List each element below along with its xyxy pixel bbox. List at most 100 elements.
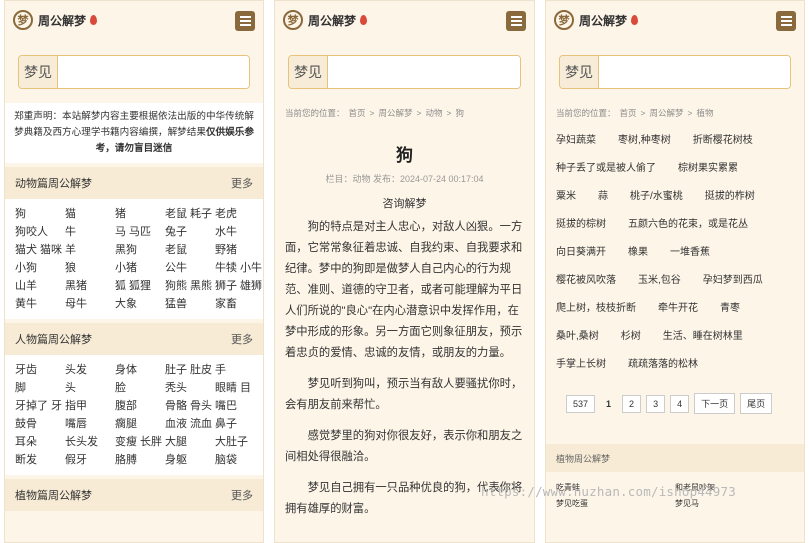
- dream-item-link[interactable]: 大象: [115, 295, 165, 313]
- dream-item-link[interactable]: 胳膊: [115, 451, 165, 469]
- plant-tag-link[interactable]: 孕妇梦到西瓜: [703, 267, 763, 295]
- logo-icon[interactable]: 梦: [283, 10, 303, 30]
- plant-tag-link[interactable]: 杉树: [621, 323, 641, 351]
- site-name[interactable]: 周公解梦: [308, 12, 356, 29]
- logo-icon[interactable]: 梦: [13, 10, 33, 30]
- more-link[interactable]: 更多: [231, 487, 253, 503]
- dream-item-link[interactable]: 嘴唇: [65, 415, 115, 433]
- menu-icon[interactable]: [776, 11, 796, 31]
- plant-tag-link[interactable]: 疏疏落落的松林: [628, 351, 698, 379]
- dream-item-link[interactable]: 马 马匹: [115, 223, 165, 241]
- page-link[interactable]: 尾页: [740, 393, 773, 414]
- plant-tag-link[interactable]: 孕妇蔬菜: [556, 127, 596, 155]
- dream-item-link[interactable]: 变瘦 长胖: [115, 433, 165, 451]
- dream-item-link[interactable]: 身体: [115, 361, 165, 379]
- dream-item-link[interactable]: 大肚子: [215, 433, 263, 451]
- dream-item-link[interactable]: 指甲: [65, 397, 115, 415]
- dream-item-link[interactable]: 手: [215, 361, 263, 379]
- dream-item-link[interactable]: 小猪: [115, 259, 165, 277]
- dream-item-link[interactable]: 水牛: [215, 223, 263, 241]
- page-link[interactable]: 1: [600, 396, 617, 412]
- plant-tag-link[interactable]: 折断樱花树枝: [693, 127, 753, 155]
- dream-item-link[interactable]: 猪: [115, 205, 165, 223]
- more-link[interactable]: 更多: [231, 175, 253, 191]
- dream-item-link[interactable]: 耳朵: [15, 433, 65, 451]
- menu-icon[interactable]: [235, 11, 255, 31]
- plant-tag-link[interactable]: 青枣: [720, 295, 740, 323]
- dream-item-link[interactable]: 公牛: [165, 259, 215, 277]
- breadcrumb-item[interactable]: 动物: [425, 108, 442, 118]
- search-input[interactable]: [58, 56, 249, 88]
- plant-tag-link[interactable]: 桑叶,桑树: [556, 323, 599, 351]
- dream-item-link[interactable]: 牛犊 小牛: [215, 259, 263, 277]
- dream-item-link[interactable]: 狮子 雄狮: [215, 277, 263, 295]
- site-name[interactable]: 周公解梦: [579, 12, 627, 29]
- plant-tag-link[interactable]: 挺拔的棕树: [556, 211, 606, 239]
- dream-item-link[interactable]: 野猪: [215, 241, 263, 259]
- search-input[interactable]: [328, 56, 520, 88]
- dream-item-link[interactable]: 山羊: [15, 277, 65, 295]
- dream-item-link[interactable]: 头: [65, 379, 115, 397]
- plant-tag-link[interactable]: 樱花被风吹落: [556, 267, 616, 295]
- breadcrumb-item[interactable]: 首页: [620, 108, 637, 118]
- logo-icon[interactable]: 梦: [554, 10, 574, 30]
- plant-tag-link[interactable]: 桃子/水蜜桃: [630, 183, 683, 211]
- page-link[interactable]: 3: [646, 394, 666, 413]
- article-category[interactable]: 咨询解梦: [275, 195, 534, 211]
- dream-item-link[interactable]: 身躯: [165, 451, 215, 469]
- dream-item-link[interactable]: 鼓骨: [15, 415, 65, 433]
- dream-item-link[interactable]: 家畜: [215, 295, 263, 313]
- dream-item-link[interactable]: 牙掉了 牙: [15, 397, 65, 415]
- plant-tag-link[interactable]: 一堆香蕉: [670, 239, 710, 267]
- plant-tag-link[interactable]: 枣树,种枣树: [618, 127, 671, 155]
- plant-tag-link[interactable]: 挺拔的柞树: [705, 183, 755, 211]
- dream-item-link[interactable]: 瘸腿: [115, 415, 165, 433]
- dream-item-link[interactable]: 嘴巴: [215, 397, 263, 415]
- dream-item-link[interactable]: 鼻子: [215, 415, 263, 433]
- page-link[interactable]: 下一页: [694, 393, 736, 414]
- dream-item-link[interactable]: 猫: [65, 205, 115, 223]
- search-input[interactable]: [599, 56, 790, 88]
- dream-item-link[interactable]: 骨骼 骨头: [165, 397, 215, 415]
- dream-item-link[interactable]: 狐 狐狸: [115, 277, 165, 295]
- plant-tag-link[interactable]: 爬上树，枝枝折断: [556, 295, 636, 323]
- plant-tag-link[interactable]: 蒜: [598, 183, 608, 211]
- dream-item-link[interactable]: 狼: [65, 259, 115, 277]
- dream-item-link[interactable]: 狗咬人: [15, 223, 65, 241]
- breadcrumb-item[interactable]: 周公解梦: [379, 108, 413, 118]
- dream-item-link[interactable]: 牛: [65, 223, 115, 241]
- dream-item-link[interactable]: 脑袋: [215, 451, 263, 469]
- dream-item-link[interactable]: 老鼠: [165, 241, 215, 259]
- dream-item-link[interactable]: 大腿: [165, 433, 215, 451]
- more-link[interactable]: 更多: [231, 331, 253, 347]
- dream-item-link[interactable]: 血液 流血: [165, 415, 215, 433]
- dream-item-link[interactable]: 狗: [15, 205, 65, 223]
- plant-tag-link[interactable]: 粟米: [556, 183, 576, 211]
- dream-item-link[interactable]: 黑狗: [115, 241, 165, 259]
- plant-tag-link[interactable]: 向日葵满开: [556, 239, 606, 267]
- dream-item-link[interactable]: 牙齿: [15, 361, 65, 379]
- menu-icon[interactable]: [506, 11, 526, 31]
- plant-tag-link[interactable]: 种子丢了或是被人偷了: [556, 155, 656, 183]
- dream-item-link[interactable]: 长头发: [65, 433, 115, 451]
- page-link[interactable]: 2: [622, 394, 642, 413]
- dream-item-link[interactable]: 羊: [65, 241, 115, 259]
- dream-item-link[interactable]: 脚: [15, 379, 65, 397]
- dream-item-link[interactable]: 假牙: [65, 451, 115, 469]
- page-link[interactable]: 4: [670, 394, 690, 413]
- dream-item-link[interactable]: 猫犬 猫咪: [15, 241, 65, 259]
- breadcrumb-item[interactable]: 首页: [349, 108, 366, 118]
- dream-item-link[interactable]: 黄牛: [15, 295, 65, 313]
- dream-item-link[interactable]: 脸: [115, 379, 165, 397]
- dream-item-link[interactable]: 小狗: [15, 259, 65, 277]
- dream-item-link[interactable]: 母牛: [65, 295, 115, 313]
- dream-item-link[interactable]: 断发: [15, 451, 65, 469]
- plant-tag-link[interactable]: 橡果: [628, 239, 648, 267]
- dream-item-link[interactable]: 肚子 肚皮: [165, 361, 215, 379]
- plant-tag-link[interactable]: 手掌上长树: [556, 351, 606, 379]
- dream-item-link[interactable]: 腹部: [115, 397, 165, 415]
- dream-item-link[interactable]: 眼睛 目: [215, 379, 263, 397]
- breadcrumb-item[interactable]: 狗: [455, 108, 464, 118]
- plant-tag-link[interactable]: 牵牛开花: [658, 295, 698, 323]
- dream-item-link[interactable]: 黑猪: [65, 277, 115, 295]
